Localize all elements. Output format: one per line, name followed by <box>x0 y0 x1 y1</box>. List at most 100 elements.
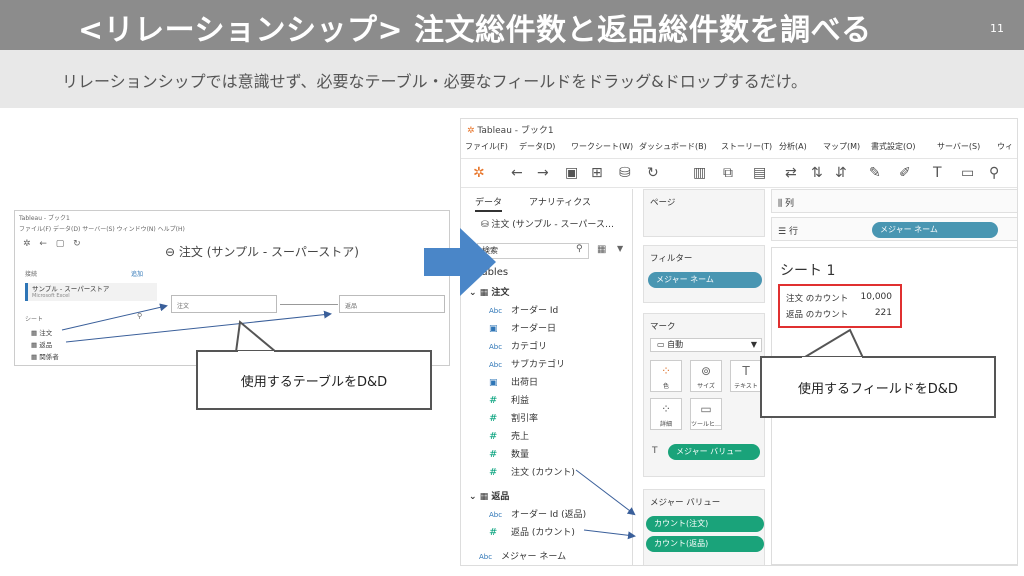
number-type-icon: # <box>489 467 498 478</box>
text-button[interactable]: T テキスト <box>730 360 762 392</box>
field-item[interactable]: Abc サブカテゴリ <box>489 357 565 370</box>
ss1-search-icon[interactable]: ⚲ <box>137 312 142 320</box>
ss1-sheet-item[interactable]: ▦ 注文 <box>31 327 52 337</box>
datasource-selector[interactable]: ⛁ 注文 (サンプル - スーパース… <box>481 217 614 230</box>
tableau-home-icon[interactable]: ✲ <box>473 165 485 181</box>
menu-item[interactable]: サーバー(S) <box>937 141 980 152</box>
new-datasource-icon[interactable]: ⊞ <box>591 165 603 181</box>
annotate-icon[interactable]: ✐ <box>899 165 911 181</box>
field-item[interactable]: ▣ 出荷日 <box>489 375 538 388</box>
search-input[interactable]: 検索 <box>477 243 589 259</box>
field-returns-count[interactable]: # 返品 (カウント) <box>489 525 575 538</box>
table-icon: ▦ <box>31 341 40 349</box>
label-icon[interactable]: ▭ <box>961 165 974 181</box>
rows-shelf[interactable]: ☰ 行 メジャー ネーム <box>771 217 1017 241</box>
menu-item[interactable]: ワークシート(W) <box>571 141 633 152</box>
menu-item[interactable]: マップ(M) <box>823 141 860 152</box>
back-icon[interactable]: ← <box>511 165 523 181</box>
field-measure-names[interactable]: Abc メジャー ネーム <box>479 549 566 562</box>
ss1-toolbar-icons: ✲ ← ▢ ↻ <box>23 239 84 249</box>
field-item[interactable]: # 売上 <box>489 429 529 442</box>
field-item[interactable]: Abc カテゴリ <box>489 339 547 352</box>
save-icon[interactable]: ▣ <box>565 165 578 181</box>
menu-item[interactable]: ストーリー(T) <box>721 141 772 152</box>
size-button[interactable]: ⊚ サイズ <box>690 360 722 392</box>
menu-item[interactable]: ファイル(F) <box>465 141 508 152</box>
mark-type-icon: ▭ <box>657 340 668 349</box>
chevron-down-icon: ▼ <box>750 340 757 349</box>
result-value: 10,000 <box>860 292 893 302</box>
number-type-icon: # <box>489 431 498 442</box>
table-icon: ▦ <box>31 353 40 361</box>
clear-sheet-icon[interactable]: ▤ <box>753 165 766 181</box>
tail-join <box>238 351 274 354</box>
field-item[interactable]: Abc オーダー Id <box>489 303 558 316</box>
duplicate-sheet-icon[interactable]: ⧉ <box>723 165 733 181</box>
pages-card[interactable]: ページ <box>643 189 765 237</box>
datasource-icon[interactable]: ⛁ <box>619 165 631 181</box>
pages-title: ページ <box>650 198 676 208</box>
ss1-sheet-item[interactable]: ▦ 関係者 <box>31 351 59 361</box>
ss1-connection-label: 接続 <box>25 271 38 278</box>
sort-desc-icon[interactable]: ⇵ <box>835 165 847 181</box>
slide-title: <リレーションシップ> 注文総件数と返品総件数を調べる <box>78 13 872 48</box>
datasource-icon: ⛁ <box>481 220 492 230</box>
tail-join <box>802 357 862 360</box>
marks-pill[interactable]: メジャー バリュー <box>668 444 760 460</box>
color-button[interactable]: ⁘ 色 <box>650 360 682 392</box>
string-type-icon: Abc <box>479 553 493 561</box>
rows-icon: ☰ <box>778 227 789 237</box>
highlight-icon[interactable]: ✎ <box>869 165 881 181</box>
filters-card[interactable]: フィルター メジャー ネーム <box>643 245 765 303</box>
menu-item[interactable]: 書式設定(O) <box>871 141 916 152</box>
detail-icon: ⁘ <box>660 402 672 416</box>
search-icon[interactable]: ⚲ <box>576 244 583 254</box>
measure-value-pill[interactable]: カウント(注文) <box>646 516 764 532</box>
ss1-sheet-item[interactable]: ▦ 返品 <box>31 339 52 349</box>
field-item[interactable]: # 数量 <box>489 447 529 460</box>
shelves-pane: ページ フィルター メジャー ネーム マーク ▭ 自動 ▼ ⁘ 色 ⊚ サイズ T テキ… <box>639 189 765 565</box>
ss1-table-returns[interactable]: 返品 <box>339 295 445 313</box>
ss1-table-orders[interactable]: 注文 <box>171 295 277 313</box>
tooltip-button[interactable]: ▭ ツールヒ… <box>690 398 722 430</box>
table-icon: ▦ <box>479 288 492 298</box>
table-orders-header[interactable]: ⌄ ▦ 注文 <box>469 285 509 298</box>
tab-data[interactable]: データ <box>475 195 503 212</box>
string-type-icon: Abc <box>489 361 503 369</box>
field-item[interactable]: ▣ オーダー日 <box>489 321 556 334</box>
menu-item[interactable]: ウィ <box>997 141 1013 152</box>
ss1-canvas-title: ⊖ 注文 (サンプル - スーパーストア) <box>165 245 359 259</box>
menu-item[interactable]: ダッシュボード(B) <box>639 141 707 152</box>
field-item[interactable]: # 利益 <box>489 393 529 406</box>
detail-button[interactable]: ⁘ 詳細 <box>650 398 682 430</box>
swap-icon[interactable]: ⇄ <box>785 165 797 181</box>
measure-values-title: メジャー バリュー <box>650 498 721 508</box>
refresh-icon[interactable]: ↻ <box>647 165 659 181</box>
text-icon: T <box>742 364 750 378</box>
ss1-add-link[interactable]: 追加 <box>131 269 143 278</box>
text-format-icon[interactable]: T <box>933 165 942 181</box>
result-value: 221 <box>874 308 892 318</box>
menu-item[interactable]: データ(D) <box>519 141 555 152</box>
new-sheet-icon[interactable]: ▥ <box>693 165 706 181</box>
view-toggle-icon[interactable]: ▦ <box>597 244 606 255</box>
color-icon: ⁘ <box>660 364 672 378</box>
mark-type-select[interactable]: ▭ 自動 ▼ <box>650 338 762 352</box>
tab-analytics[interactable]: アナリティクス <box>529 195 591 208</box>
forward-icon[interactable]: → <box>537 165 549 181</box>
field-item[interactable]: # 割引率 <box>489 411 538 424</box>
columns-shelf[interactable]: ⫼ 列 <box>771 189 1017 213</box>
filter-pill[interactable]: メジャー ネーム <box>648 272 762 288</box>
sort-asc-icon[interactable]: ⇅ <box>811 165 823 181</box>
measure-value-pill[interactable]: カウント(返品) <box>646 536 764 552</box>
ss1-datasource[interactable]: サンプル - スーパーストア Microsoft Excel <box>25 283 157 301</box>
chevron-down-icon[interactable]: ▼ <box>617 244 623 253</box>
date-type-icon: ▣ <box>489 378 498 388</box>
pin-icon[interactable]: ⚲ <box>989 165 999 181</box>
string-type-icon: Abc <box>489 307 503 315</box>
table-returns-header[interactable]: ⌄ ▦ 返品 <box>469 489 509 502</box>
field-orders-count[interactable]: # 注文 (カウント) <box>489 465 575 478</box>
field-item[interactable]: Abc オーダー Id (返品) <box>489 507 586 520</box>
menu-item[interactable]: 分析(A) <box>779 141 807 152</box>
rows-pill[interactable]: メジャー ネーム <box>872 222 998 238</box>
